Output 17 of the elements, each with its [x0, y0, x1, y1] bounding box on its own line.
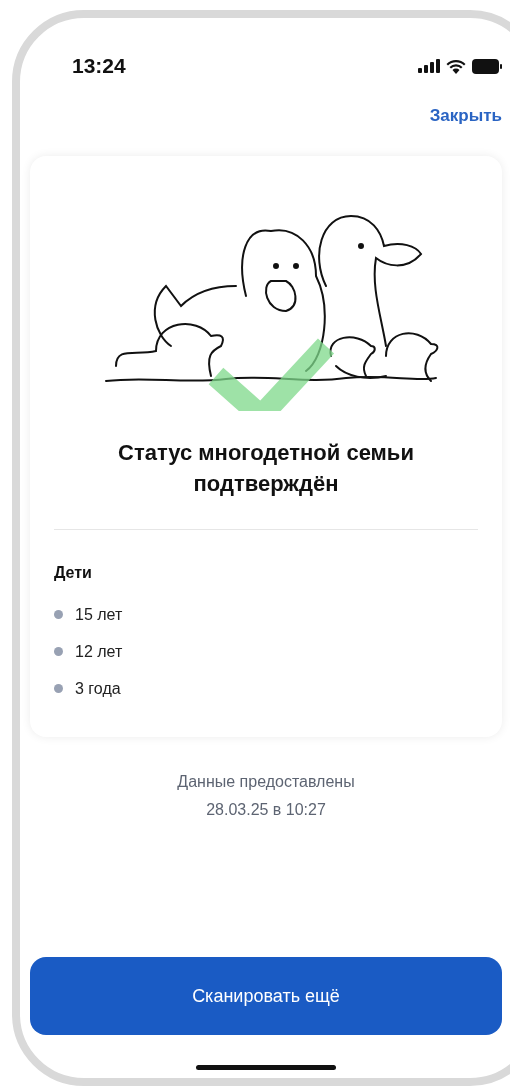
bullet-icon — [54, 610, 63, 619]
data-timestamp: 28.03.25 в 10:27 — [206, 801, 326, 819]
bullet-icon — [54, 647, 63, 656]
child-age: 3 года — [75, 679, 121, 698]
close-link[interactable]: Закрыть — [429, 106, 502, 136]
status-time: 13:24 — [72, 54, 126, 78]
data-provided-text: Данные предоставлены — [177, 773, 355, 791]
status-title: Статус многодетной семьи подтверждён — [117, 439, 415, 498]
child-age: 15 лет — [75, 605, 123, 624]
battery-icon — [472, 58, 502, 74]
wifi-icon — [446, 58, 466, 74]
signal-icon — [418, 59, 440, 73]
checkmark-icon — [208, 338, 335, 411]
bullet-icon — [54, 684, 63, 693]
section-title: Дети — [54, 564, 93, 582]
scan-again-button[interactable]: Сканировать ещё — [30, 957, 502, 1035]
child-age: 12 лет — [75, 642, 123, 661]
